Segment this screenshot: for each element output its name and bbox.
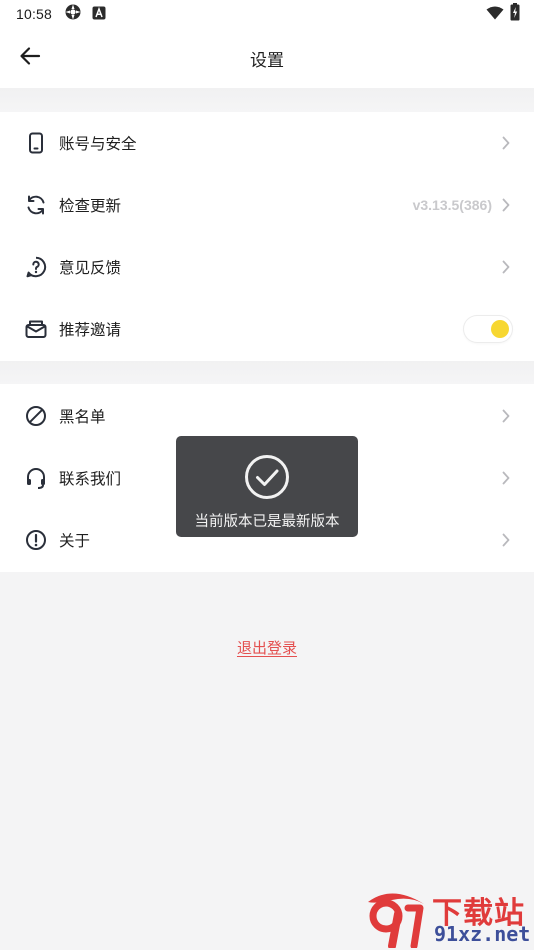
refresh-icon: [24, 193, 48, 217]
a-notification-icon: [92, 5, 106, 24]
chevron-right-icon: [500, 135, 512, 151]
version-value: v3.13.5(386): [412, 197, 492, 213]
watermark: 下载站 91xz.net: [362, 886, 534, 950]
status-bar: 10:58: [0, 0, 534, 28]
settings-row-check-update[interactable]: 检查更新 v3.13.5(386): [0, 174, 534, 236]
settings-row-invite: 推荐邀请: [0, 298, 534, 360]
row-label: 账号与安全: [59, 135, 137, 153]
toggle-knob: [491, 320, 509, 338]
check-circle-icon: [244, 454, 290, 500]
phone-icon: [24, 131, 48, 155]
chevron-right-icon: [500, 532, 512, 548]
invite-toggle[interactable]: [464, 316, 512, 342]
watermark-url: 91xz.net: [434, 922, 531, 946]
row-label: 意见反馈: [59, 259, 122, 277]
row-label: 黑名单: [59, 408, 106, 426]
headset-icon: [24, 466, 48, 490]
status-time: 10:58: [16, 6, 53, 22]
settings-row-feedback[interactable]: 意见反馈: [0, 236, 534, 298]
chevron-right-icon: [500, 470, 512, 486]
app-bar: 设置: [0, 28, 534, 88]
chevron-right-icon: [500, 408, 512, 424]
logout-link[interactable]: 退出登录: [0, 637, 534, 658]
settings-group-account: 账号与安全 检查更新 v3.13.5(386) 意见反馈 推荐邀请: [0, 112, 534, 361]
block-icon: [24, 404, 48, 428]
info-icon: [24, 528, 48, 552]
mail-icon: [24, 317, 48, 341]
toast-message: 当前版本已是最新版本: [194, 514, 340, 530]
toast: 当前版本已是最新版本: [176, 436, 358, 537]
chevron-right-icon: [500, 197, 512, 213]
watermark-logo-icon: [362, 890, 430, 950]
chevron-right-icon: [500, 259, 512, 275]
section-divider: [0, 88, 534, 112]
settings-row-account-security[interactable]: 账号与安全: [0, 112, 534, 174]
question-icon: [24, 255, 48, 279]
section-divider: [0, 361, 534, 384]
row-label: 检查更新: [59, 197, 122, 215]
wifi-icon: [486, 5, 504, 24]
row-label: 关于: [59, 532, 91, 550]
row-label: 联系我们: [59, 470, 122, 488]
sync-status-icon: [64, 3, 82, 25]
page-title: 设置: [250, 51, 284, 71]
battery-icon: [510, 3, 520, 25]
status-system-icons: [486, 3, 520, 25]
status-notification-icons: [64, 3, 106, 25]
row-label: 推荐邀请: [59, 321, 122, 339]
